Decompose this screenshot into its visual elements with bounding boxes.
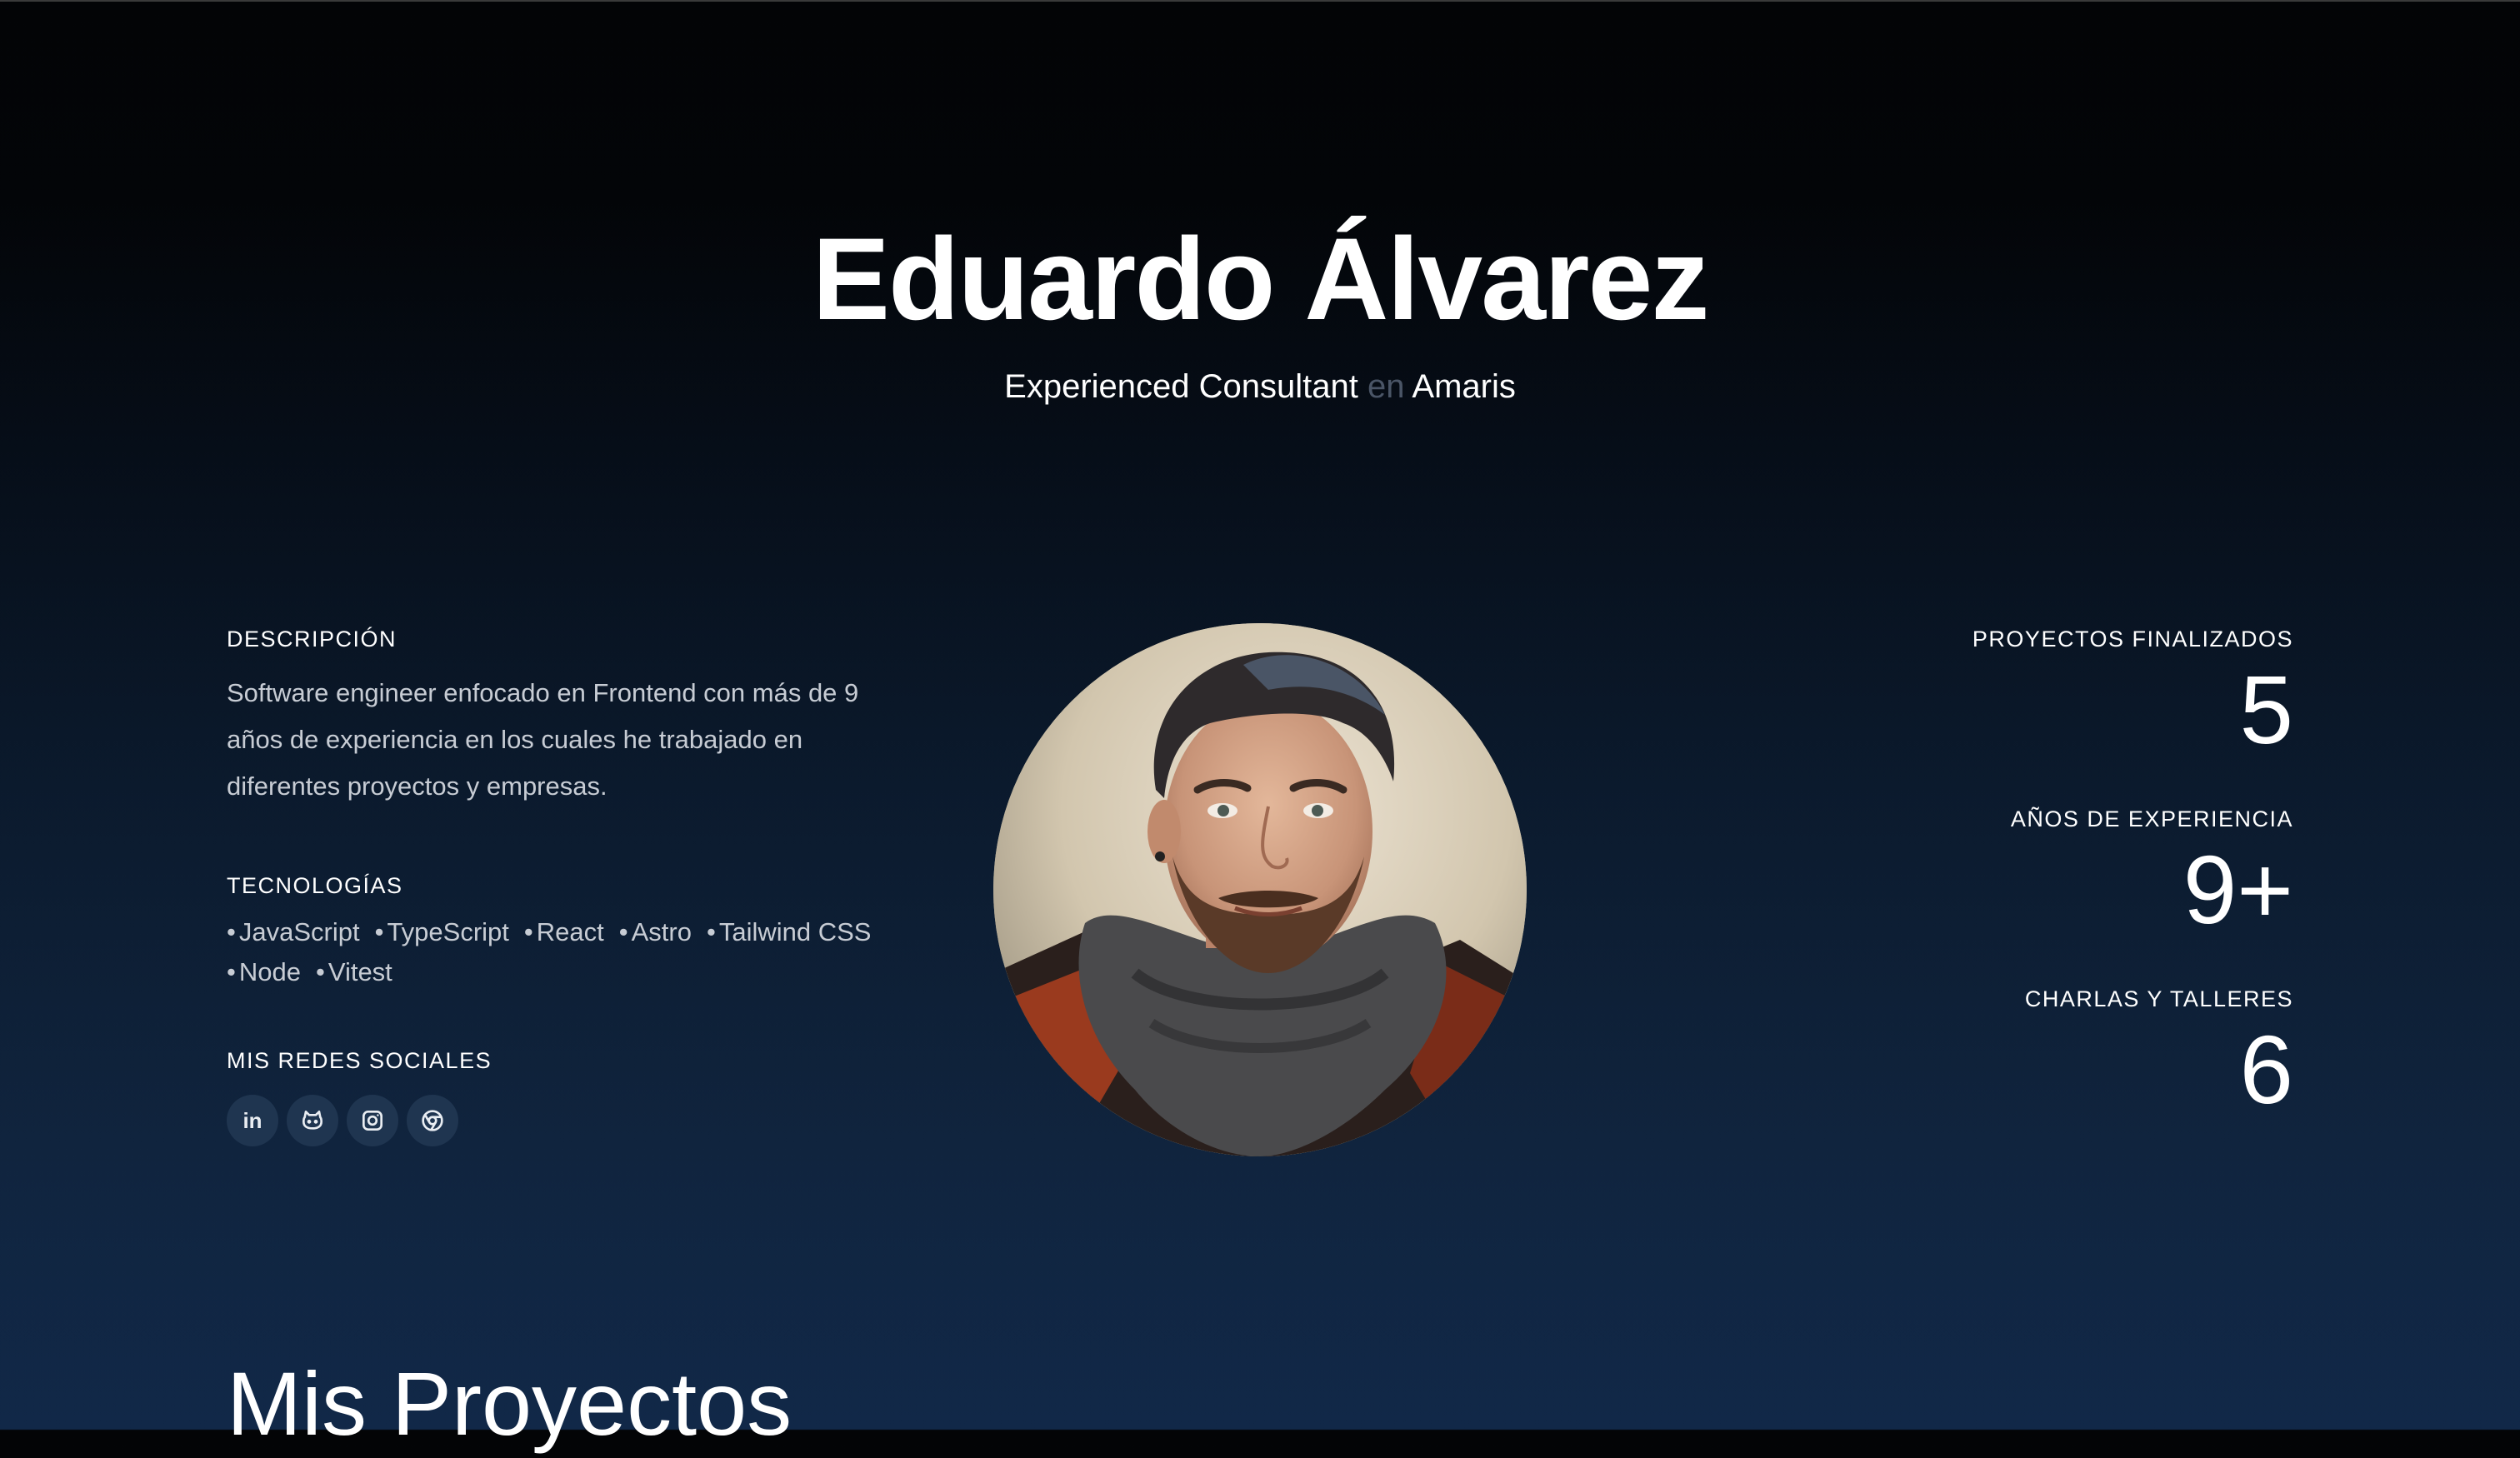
tech-item: • Tailwind CSS (706, 917, 872, 946)
stat-projects: PROYECTOS FINALIZADOS 5 (1710, 623, 2293, 761)
company-name: Amaris (1412, 368, 1516, 405)
tech-item: • JavaScript (227, 917, 360, 946)
tech-item: • Node (227, 957, 301, 986)
social-links: in (227, 1095, 910, 1146)
linkedin-icon[interactable]: in (227, 1095, 278, 1146)
tech-item: • Vitest (315, 957, 392, 986)
stats-panel: PROYECTOS FINALIZADOS 5 AÑOS DE EXPERIEN… (1710, 623, 2293, 1163)
social-heading: MIS REDES SOCIALES (227, 1048, 492, 1073)
stat-label: CHARLAS Y TALLERES (2024, 986, 2293, 1011)
tech-item: • React (523, 917, 604, 946)
profile-photo (993, 623, 1527, 1156)
stat-value: 9+ (2182, 836, 2293, 944)
connector-word: en (1367, 368, 1405, 405)
projects-heading: Mis Proyectos (227, 1353, 792, 1454)
instagram-icon[interactable] (347, 1095, 398, 1146)
profile-photo-illustration (993, 623, 1527, 1156)
subtitle: Experienced Consultant en Amaris (0, 365, 2520, 408)
stat-value: 6 (2239, 1016, 2293, 1124)
technologies-heading: TECNOLOGÍAS (227, 873, 403, 898)
github-icon[interactable] (287, 1095, 338, 1146)
description-heading: DESCRIPCIÓN (227, 627, 398, 652)
stat-label: AÑOS DE EXPERIENCIA (2010, 806, 2293, 831)
page-title: Eduardo Álvarez (812, 213, 1710, 344)
tech-item: • Astro (618, 917, 692, 946)
tech-item: • TypeScript (374, 917, 509, 946)
profile-info: DESCRIPCIÓN Software engineer enfocado e… (227, 623, 910, 1146)
stat-talks: CHARLAS Y TALLERES 6 (1710, 983, 2293, 1121)
hero: Eduardo Álvarez Experienced Consultant e… (0, 208, 2520, 408)
stat-years: AÑOS DE EXPERIENCIA 9+ (1710, 803, 2293, 941)
job-title: Experienced Consultant (1004, 368, 1358, 405)
top-border (0, 0, 2520, 2)
chrome-icon[interactable] (407, 1095, 458, 1146)
technologies-list: • JavaScript • TypeScript • React • Astro • T… (227, 916, 910, 988)
stat-label: PROYECTOS FINALIZADOS (1972, 627, 2293, 652)
description-text: Software engineer enfocado en Frontend c… (227, 678, 859, 801)
stat-value: 5 (2239, 656, 2293, 764)
